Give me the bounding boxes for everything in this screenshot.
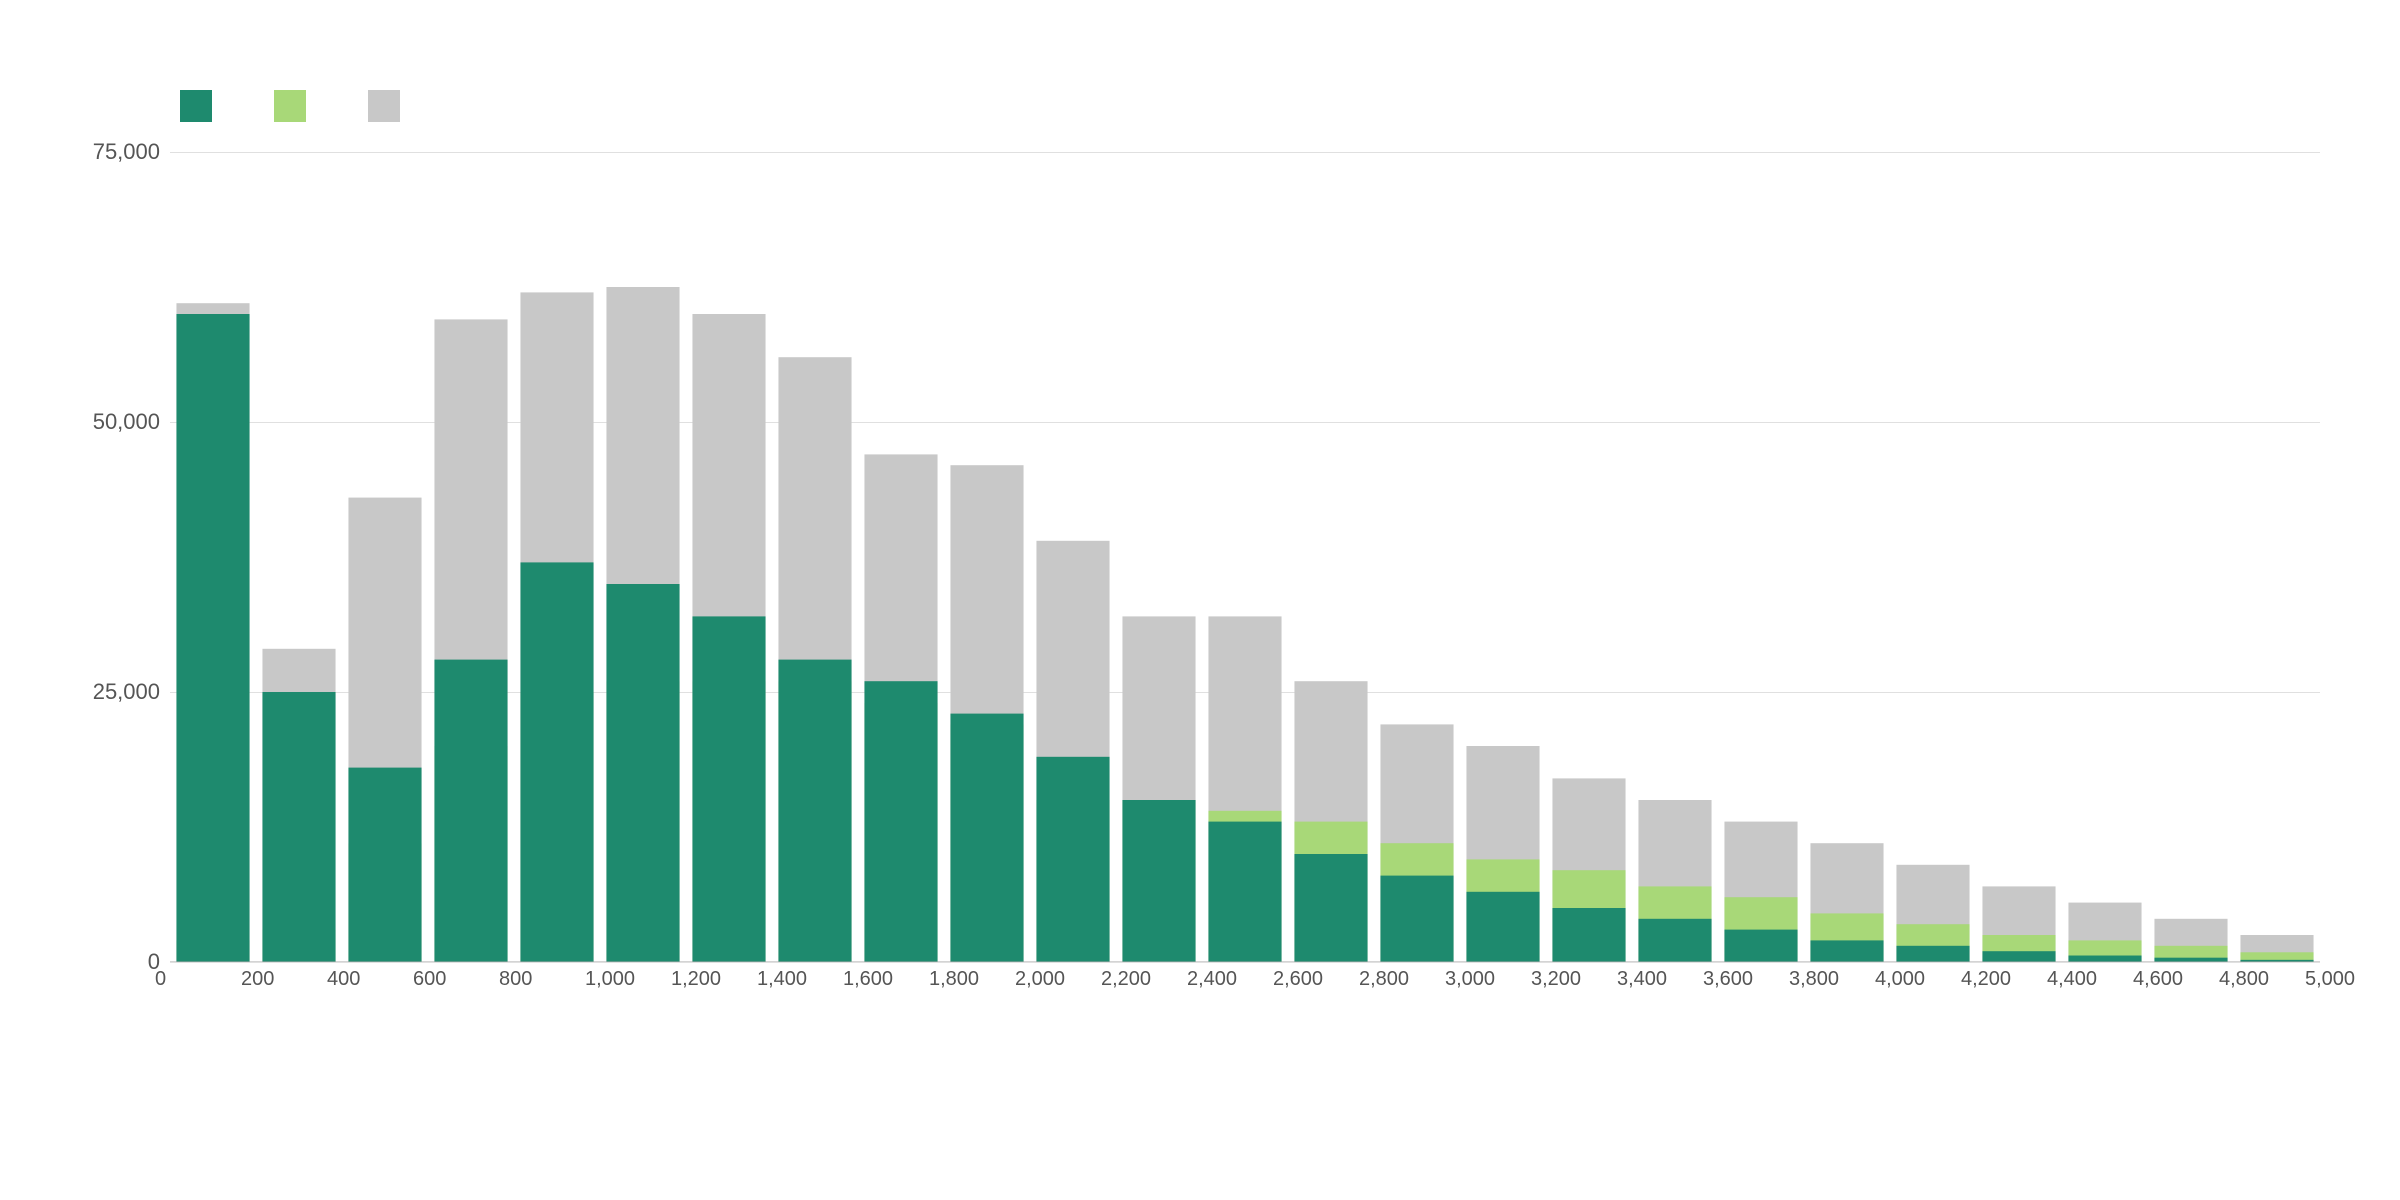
bar-controlled [1036,757,1109,962]
x-axis-tick-label: 3,600 [1703,968,1753,991]
x-axis-tick-label: 2,400 [1187,968,1237,991]
bar-controlled [1810,940,1883,962]
y-axis-tick-label: 50,000 [93,409,160,435]
legend [180,90,2320,122]
x-axis-tick-label: 400 [327,968,360,991]
x-axis-tick-label: 2,600 [1273,968,1323,991]
legend-swatch-supported [274,90,306,122]
bar-controlled [1380,876,1453,962]
x-axis-tick-label: 0 [155,968,166,991]
bar-controlled [262,692,335,962]
x-axis-tick-label: 4,600 [2133,968,2183,991]
bar-controlled [864,681,937,962]
x-axis-tick-label: 5,000 [2305,968,2355,991]
bar-controlled [950,714,1023,962]
chart-inner: 75,00050,00025,0000 02004006008001,0001,… [170,152,2320,1032]
bar-controlled [1294,854,1367,962]
bar-controlled [176,314,249,962]
x-axis-tick-label: 1,400 [757,968,807,991]
x-axis-tick-label: 4,000 [1875,968,1925,991]
bar-controlled [1638,919,1711,962]
bar-controlled [1982,951,2055,962]
legend-item-controlled [180,90,224,122]
x-axis-tick-label: 800 [499,968,532,991]
x-axis-tick-label: 1,000 [585,968,635,991]
x-axis-tick-label: 3,400 [1617,968,1667,991]
y-axis-tick-label: 25,000 [93,679,160,705]
x-axis-tick-label: 3,200 [1531,968,1581,991]
x-axis-tick-label: 4,200 [1961,968,2011,991]
bar-controlled [1896,946,1969,962]
grid-and-bars: 75,00050,00025,0000 [170,152,2320,962]
bar-controlled [1208,822,1281,962]
legend-item-total [368,90,412,122]
y-axis-tick-label: 75,000 [93,139,160,165]
x-axis-tick-label: 4,400 [2047,968,2097,991]
x-axis-tick-label: 2,200 [1101,968,1151,991]
bar-controlled [606,584,679,962]
x-axis-tick-label: 2,800 [1359,968,1409,991]
bar-controlled [1552,908,1625,962]
chart-area: 75,00050,00025,0000 0 200 400 600 800 1,000 1,… [120,152,2320,1032]
x-axis: 02004006008001,0001,2001,4001,6001,8002,… [170,962,2320,1012]
x-axis-tick-label: 1,600 [843,968,893,991]
legend-swatch-controlled [180,90,212,122]
x-axis-tick-label: 3,000 [1445,968,1495,991]
bar-controlled [692,616,765,962]
x-axis-tick-label: 1,800 [929,968,979,991]
bar-controlled [348,768,421,962]
bar-controlled [434,660,507,962]
legend-item-supported [274,90,318,122]
chart-container: 75,00050,00025,0000 0 200 400 600 800 1,000 1,… [0,0,2400,1200]
x-axis-tick-label: 2,000 [1015,968,1065,991]
legend-swatch-total [368,90,400,122]
x-axis-tick-label: 200 [241,968,274,991]
bar-controlled [1724,930,1797,962]
x-axis-tick-label: 600 [413,968,446,991]
y-axis-label [120,152,170,1032]
bar-controlled [1122,800,1195,962]
bars-svg [170,152,2320,962]
x-axis-tick-label: 3,800 [1789,968,1839,991]
bar-controlled [1466,892,1539,962]
bar-controlled [778,660,851,962]
x-axis-tick-label: 4,800 [2219,968,2269,991]
x-axis-tick-label: 1,200 [671,968,721,991]
bar-controlled [520,562,593,962]
